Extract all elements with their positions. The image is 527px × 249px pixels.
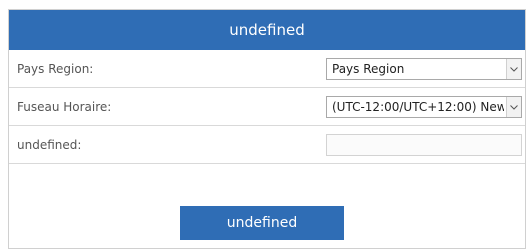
chevron-down-icon[interactable]	[506, 59, 521, 79]
dialog-header: undefined	[9, 10, 525, 50]
timezone-label: Fuseau Horaire:	[17, 99, 112, 114]
country-region-label: Pays Region:	[17, 61, 94, 76]
timezone-value: (UTC-12:00/UTC+12:00) New Zealand	[332, 100, 504, 114]
submit-button-label: undefined	[226, 215, 298, 231]
chevron-down-icon[interactable]	[506, 97, 521, 117]
country-region-select[interactable]: Pays Region	[326, 58, 522, 80]
country-region-value: Pays Region	[332, 62, 405, 76]
timezone-select[interactable]: (UTC-12:00/UTC+12:00) New Zealand	[326, 96, 522, 118]
third-field-input[interactable]	[326, 134, 522, 156]
dialog-title: undefined	[229, 21, 305, 39]
country-region-row: Pays Region: Pays Region	[9, 50, 525, 88]
timezone-row: Fuseau Horaire: (UTC-12:00/UTC+12:00) Ne…	[9, 88, 525, 126]
third-field-row: undefined:	[9, 126, 525, 164]
third-field-label: undefined:	[17, 137, 82, 152]
submit-button[interactable]: undefined	[180, 206, 344, 240]
